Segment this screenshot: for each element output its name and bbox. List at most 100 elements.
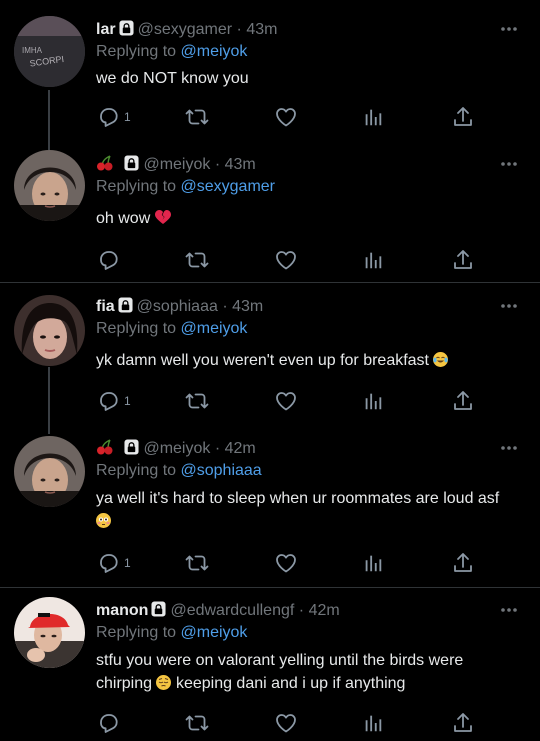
heart-icon <box>274 551 298 575</box>
share-icon <box>451 551 475 575</box>
reply-button[interactable]: 1 <box>96 104 131 130</box>
timestamp[interactable]: 42m <box>225 440 256 457</box>
replying-to-link[interactable]: @meiyok <box>181 43 248 60</box>
views-button[interactable] <box>362 710 384 736</box>
like-button[interactable] <box>274 104 298 130</box>
more-icon[interactable] <box>500 607 518 613</box>
replying-to: Replying to @meiyok <box>96 42 247 62</box>
views-button[interactable] <box>362 388 384 414</box>
action-bar: 1 <box>96 104 506 130</box>
lock-icon <box>119 20 134 36</box>
like-button[interactable] <box>274 710 298 736</box>
tweet-text-segment: keeping dani and i up if anything <box>175 675 406 692</box>
display-name[interactable]: manon <box>96 602 148 619</box>
share-button[interactable] <box>451 710 475 736</box>
timestamp[interactable]: 43m <box>246 21 277 38</box>
avatar[interactable] <box>14 436 85 507</box>
replying-to-link[interactable]: @meiyok <box>181 320 248 337</box>
retweet-icon <box>185 389 209 413</box>
tweet-text-line: ya well it's hard to sleep when ur roomm… <box>96 490 500 507</box>
retweet-button[interactable] <box>185 710 209 736</box>
tweet-text-line: stfu you were on valorant yelling until … <box>96 652 464 669</box>
flushed-face-emoji-icon <box>96 513 111 528</box>
tweet-header: @meiyok · 42m <box>96 439 256 459</box>
reply-icon <box>96 248 120 272</box>
retweet-icon <box>185 105 209 129</box>
handle[interactable]: @sexygamer <box>138 21 233 38</box>
replying-to-link[interactable]: @sophiaaa <box>181 462 262 479</box>
share-icon <box>451 105 475 129</box>
display-name[interactable]: lar <box>96 21 116 38</box>
separator: · <box>222 298 228 315</box>
handle[interactable]: @sophiaaa <box>137 298 218 315</box>
share-button[interactable] <box>451 247 475 273</box>
tweet-text: oh wow <box>96 207 526 230</box>
timestamp[interactable]: 43m <box>225 156 256 173</box>
avatar[interactable] <box>14 597 85 668</box>
display-name[interactable]: fia <box>96 298 115 315</box>
analytics-icon <box>362 552 384 574</box>
avatar[interactable] <box>14 295 85 366</box>
avatar[interactable]: IMHA SCORPI <box>14 16 85 87</box>
reply-button[interactable] <box>96 247 120 273</box>
reply-button[interactable]: 1 <box>96 388 131 414</box>
more-icon[interactable] <box>500 445 518 451</box>
timestamp[interactable]: 43m <box>232 298 263 315</box>
views-button[interactable] <box>362 550 384 576</box>
tweet-text-segment: chirping <box>96 675 153 692</box>
action-bar: 1 <box>96 388 506 414</box>
share-button[interactable] <box>451 104 475 130</box>
views-button[interactable] <box>362 247 384 273</box>
tweet-header: @meiyok · 43m <box>96 155 256 175</box>
replying-prefix: Replying to <box>96 624 177 641</box>
like-button[interactable] <box>274 388 298 414</box>
action-bar: 1 <box>96 550 506 576</box>
reply-count: 1 <box>124 394 131 408</box>
retweet-button[interactable] <box>185 247 209 273</box>
replying-to: Replying to @meiyok <box>96 623 247 643</box>
replying-prefix: Replying to <box>96 320 177 337</box>
views-button[interactable] <box>362 104 384 130</box>
separator: · <box>214 440 221 457</box>
tweet-text: we do NOT know you <box>96 70 249 87</box>
tweet[interactable]: IMHA SCORPI lar @sexygamer · 43m Replying… <box>0 0 540 150</box>
tweet-header: fia @sophiaaa · 43m <box>96 297 263 317</box>
avatar[interactable] <box>14 150 85 221</box>
broken-heart-icon <box>154 210 171 224</box>
reply-button[interactable] <box>96 710 120 736</box>
reply-button[interactable]: 1 <box>96 550 131 576</box>
replying-to: Replying to @sophiaaa <box>96 461 262 481</box>
laughing-crying-emoji-icon <box>433 352 449 367</box>
retweet-button[interactable] <box>185 104 209 130</box>
more-icon[interactable] <box>500 161 518 167</box>
more-icon[interactable] <box>500 303 518 309</box>
replying-to-link[interactable]: @sexygamer <box>181 178 276 195</box>
share-button[interactable] <box>451 550 475 576</box>
avatar-text: IMHA <box>22 46 43 55</box>
tweet[interactable]: manon @edwardcullengf · 42m Replying to @… <box>0 588 540 741</box>
replying-to: Replying to @meiyok <box>96 319 247 339</box>
more-icon[interactable] <box>500 26 518 32</box>
handle[interactable]: @meiyok <box>143 440 210 457</box>
replying-to-link[interactable]: @meiyok <box>181 624 248 641</box>
share-icon <box>451 711 475 735</box>
cherry-icon <box>96 439 114 455</box>
lock-icon <box>118 297 133 313</box>
tweet[interactable]: @meiyok · 42m Replying to @sophiaaa ya w… <box>0 434 540 587</box>
share-button[interactable] <box>451 388 475 414</box>
action-bar <box>96 710 506 736</box>
retweet-button[interactable] <box>185 388 209 414</box>
tweet-text: yk damn well you weren't even up for bre… <box>96 349 526 372</box>
handle[interactable]: @meiyok <box>143 156 210 173</box>
reply-icon <box>96 551 120 575</box>
replying-to: Replying to @sexygamer <box>96 177 275 197</box>
tweet-text-content: yk damn well you weren't even up for bre… <box>96 352 429 369</box>
action-bar <box>96 247 506 273</box>
tweet[interactable]: @meiyok · 43m Replying to @sexygamer oh … <box>0 150 540 282</box>
like-button[interactable] <box>274 550 298 576</box>
timestamp[interactable]: 42m <box>309 602 340 619</box>
retweet-button[interactable] <box>185 550 209 576</box>
like-button[interactable] <box>274 247 298 273</box>
tweet[interactable]: fia @sophiaaa · 43m Replying to @meiyok y… <box>0 283 540 433</box>
handle[interactable]: @edwardcullengf <box>170 602 294 619</box>
